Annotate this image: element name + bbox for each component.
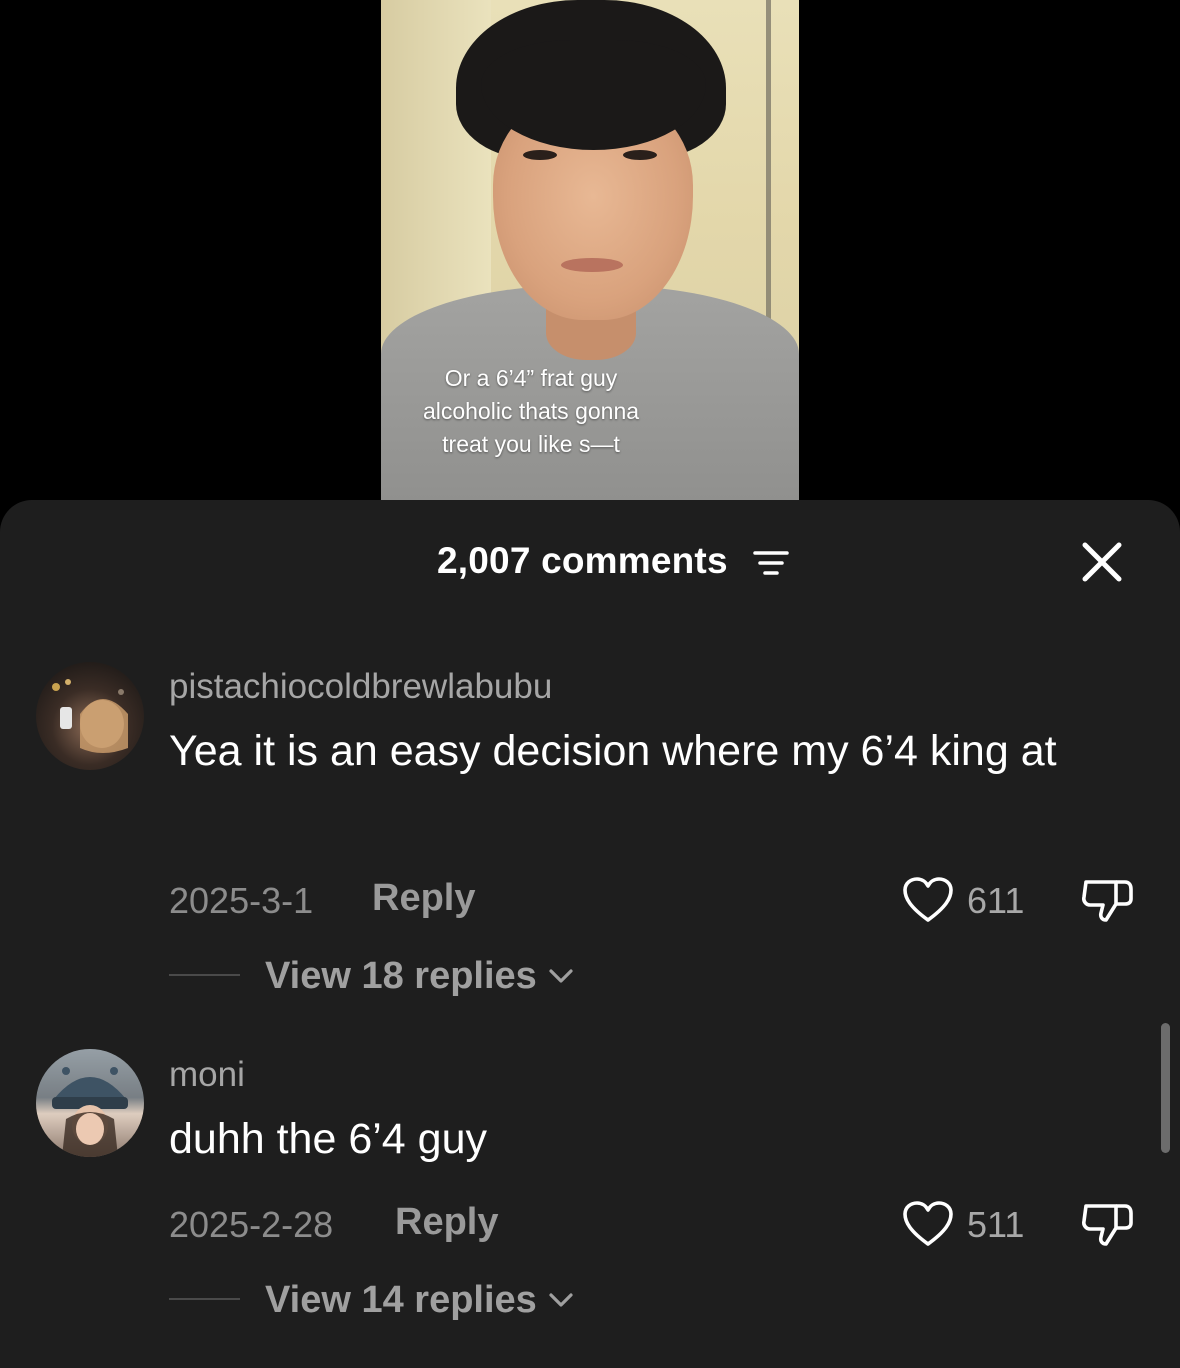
view-replies-button[interactable]: View 18 replies (265, 955, 537, 998)
avatar-image (52, 679, 128, 753)
like-count: 511 (967, 1204, 1025, 1245)
heart-icon[interactable] (902, 1200, 954, 1248)
view-replies-button[interactable]: View 14 replies (265, 1279, 537, 1322)
video-subject-mouth (561, 258, 623, 272)
video-background-detail (766, 0, 771, 320)
chevron-down-icon[interactable] (548, 1291, 574, 1309)
video-player[interactable]: Or a 6’4” frat guy alcoholic thats gonna… (381, 0, 799, 500)
comment-username[interactable]: moni (169, 1055, 245, 1095)
comment-date: 2025-3-1 (169, 880, 314, 921)
avatar[interactable] (36, 1049, 144, 1157)
avatar-image (36, 1049, 144, 1157)
comment-text: Yea it is an easy decision where my 6’4 … (169, 727, 1057, 775)
video-subject-eye (623, 150, 657, 160)
thumbs-down-icon[interactable] (1080, 1198, 1134, 1248)
comment-text: duhh the 6’4 guy (169, 1115, 487, 1163)
video-subject-eye (523, 150, 557, 160)
scrollbar[interactable] (1161, 1023, 1170, 1153)
comment-username[interactable]: pistachiocoldbrewlabubu (169, 667, 552, 707)
reply-button[interactable]: Reply (372, 877, 475, 920)
replies-divider (169, 974, 240, 976)
heart-icon[interactable] (902, 876, 954, 924)
close-icon[interactable] (1078, 538, 1126, 586)
sort-filter-icon[interactable] (751, 548, 791, 578)
comment-date: 2025-2-28 (169, 1204, 334, 1245)
comments-header: 2,007 comments (0, 538, 1180, 588)
like-count: 611 (967, 880, 1025, 921)
avatar[interactable] (36, 662, 144, 770)
thumbs-down-icon[interactable] (1080, 874, 1134, 924)
video-caption: Or a 6’4” frat guy alcoholic thats gonna… (422, 365, 640, 457)
replies-divider (169, 1298, 240, 1300)
comment-count: 2,007 comments (437, 540, 728, 581)
reply-button[interactable]: Reply (395, 1201, 498, 1244)
chevron-down-icon[interactable] (548, 967, 574, 985)
